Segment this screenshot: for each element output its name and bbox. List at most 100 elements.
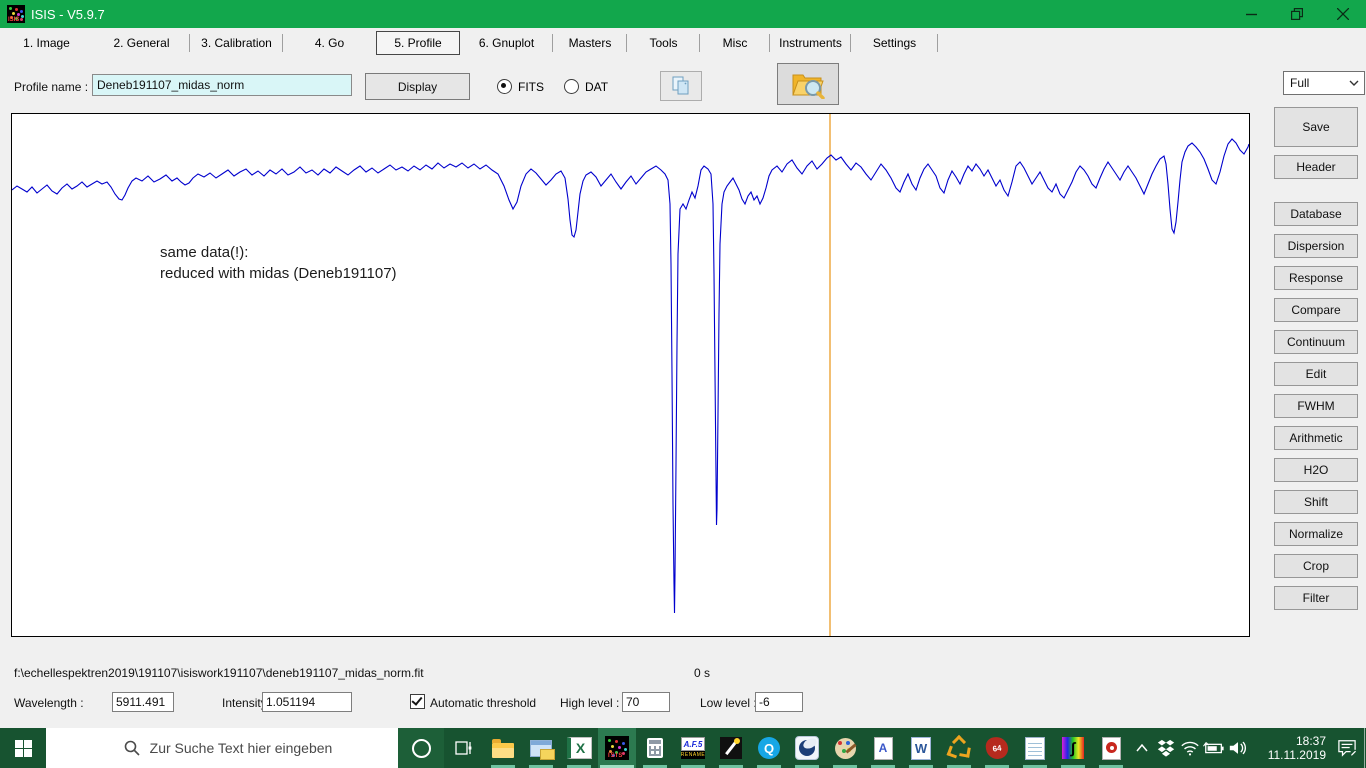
- low-level-field[interactable]: [755, 692, 803, 712]
- dat-radio[interactable]: [564, 79, 579, 94]
- taskbar-icon-isis[interactable]: ISIS: [598, 728, 636, 768]
- tab-gnuplot[interactable]: 6. Gnuplot: [460, 28, 553, 58]
- taskbar-icon-excel[interactable]: X: [560, 728, 598, 768]
- auto-threshold-checkbox[interactable]: [410, 694, 425, 709]
- fits-radio[interactable]: [497, 79, 512, 94]
- display-button[interactable]: Display: [365, 73, 470, 100]
- normalize-button[interactable]: Normalize: [1274, 522, 1358, 546]
- speaker-icon: [1228, 740, 1248, 756]
- wavelength-label: Wavelength :: [14, 696, 84, 710]
- continuum-button[interactable]: Continuum: [1274, 330, 1358, 354]
- response-button[interactable]: Response: [1274, 266, 1358, 290]
- tab-settings[interactable]: Settings: [851, 28, 938, 58]
- taskbar-icon-pdf-reader[interactable]: [1092, 728, 1130, 768]
- view-mode-select[interactable]: Full: [1283, 71, 1365, 95]
- tray-chevron-button[interactable]: [1130, 728, 1154, 768]
- folder-search-icon: [791, 69, 825, 99]
- crop-button[interactable]: Crop: [1274, 554, 1358, 578]
- taskbar-icon-paint-64[interactable]: 64: [978, 728, 1016, 768]
- clock-time: 18:37: [1296, 734, 1326, 748]
- taskbar-icon-calculator[interactable]: [636, 728, 674, 768]
- high-level-label: High level :: [560, 696, 619, 710]
- exposure-time: 0 s: [694, 666, 710, 680]
- taskbar-icon-q-player[interactable]: Q: [750, 728, 788, 768]
- seamonkey-icon: [795, 736, 819, 760]
- compare-button[interactable]: Compare: [1274, 298, 1358, 322]
- tray-network[interactable]: [1178, 728, 1202, 768]
- tab-go[interactable]: 4. Go: [283, 28, 376, 58]
- filter-button[interactable]: Filter: [1274, 586, 1358, 610]
- tab-general[interactable]: 2. General: [93, 28, 190, 58]
- spectrum-chart[interactable]: same data(!): reduced with midas (Deneb1…: [11, 113, 1250, 637]
- taskbar-clock[interactable]: 18:37 11.11.2019: [1250, 728, 1330, 768]
- pdf-icon: [1102, 737, 1121, 760]
- search-placeholder: Zur Suche Text hier eingeben: [150, 740, 333, 756]
- save-button[interactable]: Save: [1274, 107, 1358, 147]
- taskbar-icon-paint-palette[interactable]: [826, 728, 864, 768]
- tab-masters[interactable]: Masters: [553, 28, 627, 58]
- tray-battery[interactable]: [1202, 728, 1226, 768]
- start-button[interactable]: [0, 728, 46, 768]
- profile-name-label: Profile name :: [14, 80, 88, 94]
- taskbar-icon-notepad[interactable]: [1016, 728, 1054, 768]
- copy-profile-button[interactable]: [660, 71, 702, 101]
- isis-app-icon: ISIS: [7, 5, 25, 23]
- taskbar-icon-seamonkey[interactable]: [788, 728, 826, 768]
- fwhm-button[interactable]: FWHM: [1274, 394, 1358, 418]
- action-center-button[interactable]: [1330, 728, 1364, 768]
- taskbar-icon-af5-rename[interactable]: A.F.5RENAME: [674, 728, 712, 768]
- clock-date: 11.11.2019: [1268, 748, 1326, 762]
- tab-misc[interactable]: Misc: [700, 28, 770, 58]
- tab-image[interactable]: 1. Image: [0, 28, 93, 58]
- taskbar-icon-word[interactable]: W: [902, 728, 940, 768]
- sidebar: Save Header Database Dispersion Response…: [1274, 107, 1358, 610]
- chevron-down-icon: [1349, 80, 1359, 86]
- arithmetic-button[interactable]: Arithmetic: [1274, 426, 1358, 450]
- annotation-line-2: reduced with midas (Deneb191107): [160, 263, 397, 284]
- tray-dropbox[interactable]: [1154, 728, 1178, 768]
- tray-volume[interactable]: [1226, 728, 1250, 768]
- edit-button[interactable]: Edit: [1274, 362, 1358, 386]
- excel-icon: X: [567, 737, 592, 759]
- task-view-button[interactable]: [444, 728, 484, 768]
- dispersion-button[interactable]: Dispersion: [1274, 234, 1358, 258]
- calculator-icon: [647, 738, 663, 758]
- shift-button[interactable]: Shift: [1274, 490, 1358, 514]
- taskbar-icon-file-explorer[interactable]: [484, 728, 522, 768]
- tab-calibration[interactable]: 3. Calibration: [190, 28, 283, 58]
- taskbar-icon-vnc-viewer[interactable]: [940, 728, 978, 768]
- word-icon: W: [911, 737, 931, 760]
- battery-charging-icon: [1203, 741, 1225, 755]
- cortana-button[interactable]: [398, 728, 444, 768]
- rename-tool-icon: A.F.5RENAME: [681, 737, 705, 759]
- spectrum-svg: [12, 114, 1249, 636]
- fits-label: FITS: [518, 80, 544, 94]
- h2o-button[interactable]: H2O: [1274, 458, 1358, 482]
- header-button[interactable]: Header: [1274, 155, 1358, 179]
- taskbar-search[interactable]: Zur Suche Text hier eingeben: [46, 728, 398, 768]
- tab-profile[interactable]: 5. Profile: [376, 31, 460, 55]
- annotation-line-1: same data(!):: [160, 242, 397, 263]
- wavelength-field[interactable]: [112, 692, 174, 712]
- dat-label: DAT: [585, 80, 608, 94]
- taskbar-icon-spectrum-tool[interactable]: ∫: [1054, 728, 1092, 768]
- taskbar-icon-mail[interactable]: [522, 728, 560, 768]
- chart-annotation: same data(!): reduced with midas (Deneb1…: [160, 242, 397, 284]
- database-button[interactable]: Database: [1274, 202, 1358, 226]
- restore-icon: [1291, 8, 1303, 20]
- close-icon: [1337, 8, 1349, 20]
- status-file-path: f:\echellespektren2019\191107\isiswork19…: [14, 666, 424, 680]
- high-level-field[interactable]: [622, 692, 670, 712]
- taskbar-icon-wordpad[interactable]: A: [864, 728, 902, 768]
- restore-button[interactable]: [1274, 0, 1320, 28]
- taskbar-icon-pen-tool[interactable]: [712, 728, 750, 768]
- minimize-button[interactable]: [1228, 0, 1274, 28]
- close-button[interactable]: [1320, 0, 1366, 28]
- intensity-field[interactable]: [262, 692, 352, 712]
- tab-tools[interactable]: Tools: [627, 28, 700, 58]
- browse-profile-button[interactable]: [777, 63, 839, 105]
- tab-instruments[interactable]: Instruments: [770, 28, 851, 58]
- wifi-icon: [1180, 740, 1200, 756]
- palette-icon: [835, 738, 856, 759]
- profile-name-input[interactable]: [92, 74, 352, 96]
